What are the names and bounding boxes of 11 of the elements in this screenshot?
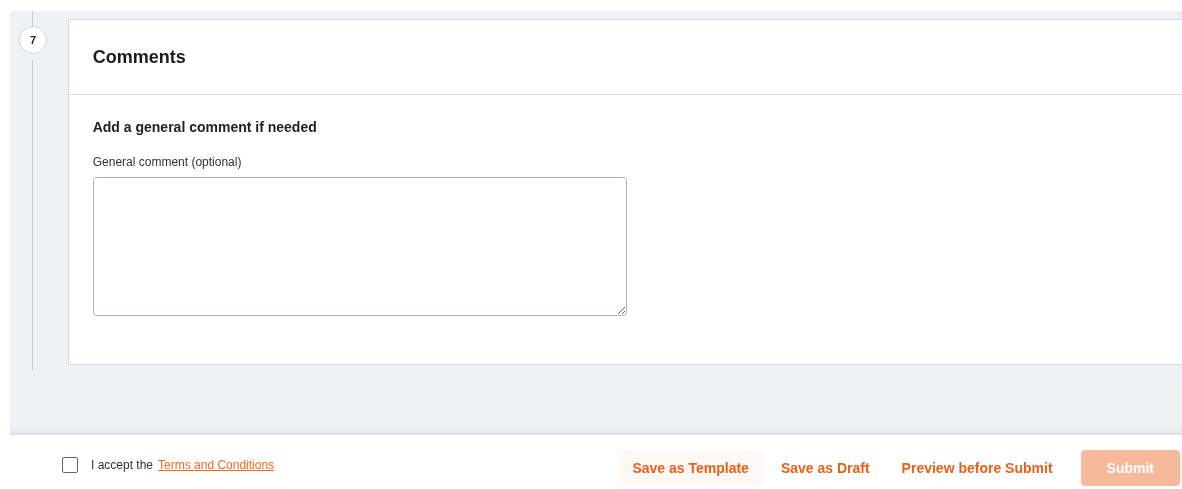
accept-checkbox[interactable] xyxy=(62,457,78,473)
section-title: Comments xyxy=(92,46,186,68)
field-label: General comment (optional) xyxy=(92,155,242,169)
action-button[interactable]: Save as Draft xyxy=(766,450,884,486)
comment-field[interactable] xyxy=(92,177,627,316)
action-button[interactable]: Save as Template xyxy=(618,450,763,486)
step-number: 7 xyxy=(19,26,47,54)
action-button[interactable]: Preview before Submit xyxy=(887,450,1067,486)
section-heading: Add a general comment if needed xyxy=(92,119,317,135)
terms-link[interactable]: Terms and Conditions xyxy=(158,458,275,472)
accept-label: I accept the xyxy=(91,458,154,472)
